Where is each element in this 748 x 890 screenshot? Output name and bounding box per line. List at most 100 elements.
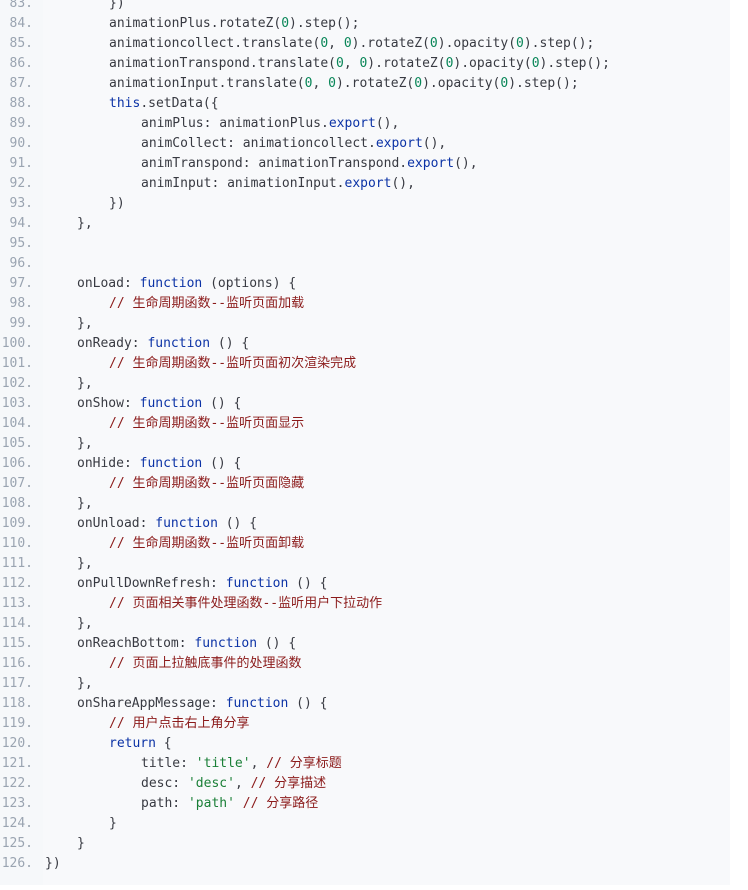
line-number: 86. — [9, 56, 33, 71]
code-line: 104. // 生命周期函数--监听页面显示 — [0, 414, 730, 434]
code-text: // 生命周期函数--监听页面加载 — [109, 294, 304, 314]
line-number: 97. — [9, 276, 33, 291]
code-text: // 页面相关事件处理函数--监听用户下拉动作 — [109, 594, 382, 614]
code-line: 84. animationPlus.rotateZ(0).step(); — [0, 14, 730, 34]
code-line: 124.} — [0, 814, 730, 834]
code-token: (), — [454, 156, 478, 171]
line-number: 98. — [9, 296, 33, 311]
code-line: 87. animationInput.translate(0, 0).rotate… — [0, 74, 730, 94]
code-text: title: 'title', // 分享标题 — [141, 754, 342, 774]
code-line: 105.}, — [0, 434, 730, 454]
code-token: function — [225, 696, 289, 711]
line-number: 125. — [1, 836, 33, 851]
code-token: onReachBottom: — [77, 636, 195, 651]
code-token: }) — [109, 196, 125, 211]
code-token: // 用户点击右上角分享 — [109, 716, 250, 731]
code-text: onShow: function () { — [77, 394, 241, 414]
code-line: 110. // 生命周期函数--监听页面卸载 — [0, 534, 730, 554]
code-token: path: — [141, 796, 188, 811]
code-text: }, — [77, 374, 93, 394]
line-number: 119. — [1, 716, 33, 731]
code-line: 102.}, — [0, 374, 730, 394]
code-token: // 生命周期函数--监听页面显示 — [109, 416, 305, 431]
code-token: 0 — [343, 36, 352, 51]
code-line: 125.} — [0, 834, 730, 854]
code-token: }, — [77, 436, 93, 451]
code-line: 108.}, — [0, 494, 730, 514]
code-text: return { — [109, 734, 172, 754]
code-token: onShareAppMessage: — [77, 696, 226, 711]
code-token: onShow: — [77, 396, 140, 411]
code-text: // 页面上拉触底事件的处理函数 — [109, 654, 301, 674]
code-token: 'path' — [187, 796, 235, 811]
code-text: }, — [77, 674, 93, 694]
code-token: onUnload: — [77, 516, 156, 531]
code-token: } — [77, 836, 85, 851]
code-token: // 生命周期函数--监听页面隐藏 — [109, 476, 305, 491]
line-number: 102. — [1, 376, 33, 391]
code-line: 126.}) — [0, 854, 730, 874]
code-text: } — [109, 814, 117, 834]
code-text: }, — [77, 434, 93, 454]
code-token: ).rotateZ( — [335, 76, 415, 91]
code-token: (), — [375, 116, 400, 131]
code-token: , — [234, 776, 251, 791]
code-line: 114.}, — [0, 614, 730, 634]
code-line: 117.}, — [0, 674, 730, 694]
line-number: 88. — [9, 96, 33, 111]
code-text: onPullDownRefresh: function () { — [77, 574, 327, 594]
code-token: // 生命周期函数--监听页面加载 — [109, 296, 305, 311]
line-number: 89. — [9, 116, 33, 131]
code-text: onUnload: function () { — [77, 514, 257, 534]
code-line: 111.}, — [0, 554, 730, 574]
line-number: 121. — [1, 756, 33, 771]
code-token: animationcollect.translate( — [109, 36, 321, 51]
code-token: function — [155, 516, 218, 531]
code-line: 109. onUnload: function () { — [0, 514, 730, 534]
code-token: animCollect: animationcollect. — [141, 136, 376, 151]
code-text: animTranspond: animationTranspond.export… — [141, 154, 478, 174]
code-text: }) — [109, 0, 125, 14]
code-token: }, — [77, 556, 93, 571]
code-text: animationInput.translate(0, 0).rotateZ(0… — [109, 74, 579, 94]
code-token: () { — [288, 576, 328, 591]
code-text: }, — [77, 494, 93, 514]
code-token: .setData({ — [140, 96, 219, 111]
code-token: function — [139, 396, 203, 411]
code-line: 95. — [0, 234, 730, 254]
code-token: () { — [217, 516, 258, 531]
code-token: return — [109, 736, 156, 751]
code-token: // 生命周期函数--监听页面卸载 — [109, 536, 305, 551]
code-token: ).step(); — [289, 16, 360, 31]
line-number: 118. — [1, 696, 33, 711]
code-text: desc: 'desc', // 分享描述 — [141, 774, 326, 794]
code-token: // 页面上拉触底事件的处理函数 — [109, 656, 302, 671]
code-text: onReady: function () { — [77, 334, 249, 354]
line-number: 91. — [9, 156, 33, 171]
code-line: 112. onPullDownRefresh: function () { — [0, 574, 730, 594]
code-token: }) — [109, 0, 125, 11]
code-token: 0 — [414, 76, 423, 91]
code-text: }, — [77, 314, 93, 334]
code-token: 0 — [335, 56, 344, 71]
code-line: 119. // 用户点击右上角分享 — [0, 714, 730, 734]
line-number: 96. — [9, 256, 33, 271]
code-text: // 生命周期函数--监听页面显示 — [109, 414, 304, 434]
line-number: 90. — [9, 136, 33, 151]
code-text: onShareAppMessage: function () { — [77, 694, 327, 714]
code-token: 'desc' — [187, 776, 235, 791]
code-line: 86. animationTranspond.translate(0, 0).ro… — [0, 54, 730, 74]
code-token: 0 — [328, 76, 336, 91]
code-token: () { — [202, 456, 242, 471]
code-text: animationPlus.rotateZ(0).step(); — [109, 14, 359, 34]
code-line: 92. animInput: animationInput.export(), — [0, 174, 730, 194]
line-number: 84. — [9, 16, 33, 31]
code-token: ).opacity( — [437, 36, 517, 51]
code-text: onHide: function () { — [77, 454, 241, 474]
line-number: 87. — [9, 76, 33, 91]
code-token: 0 — [304, 76, 313, 91]
code-text: // 生命周期函数--监听页面卸载 — [109, 534, 304, 554]
line-number: 108. — [1, 496, 33, 511]
code-line: 106. onHide: function () { — [0, 454, 730, 474]
